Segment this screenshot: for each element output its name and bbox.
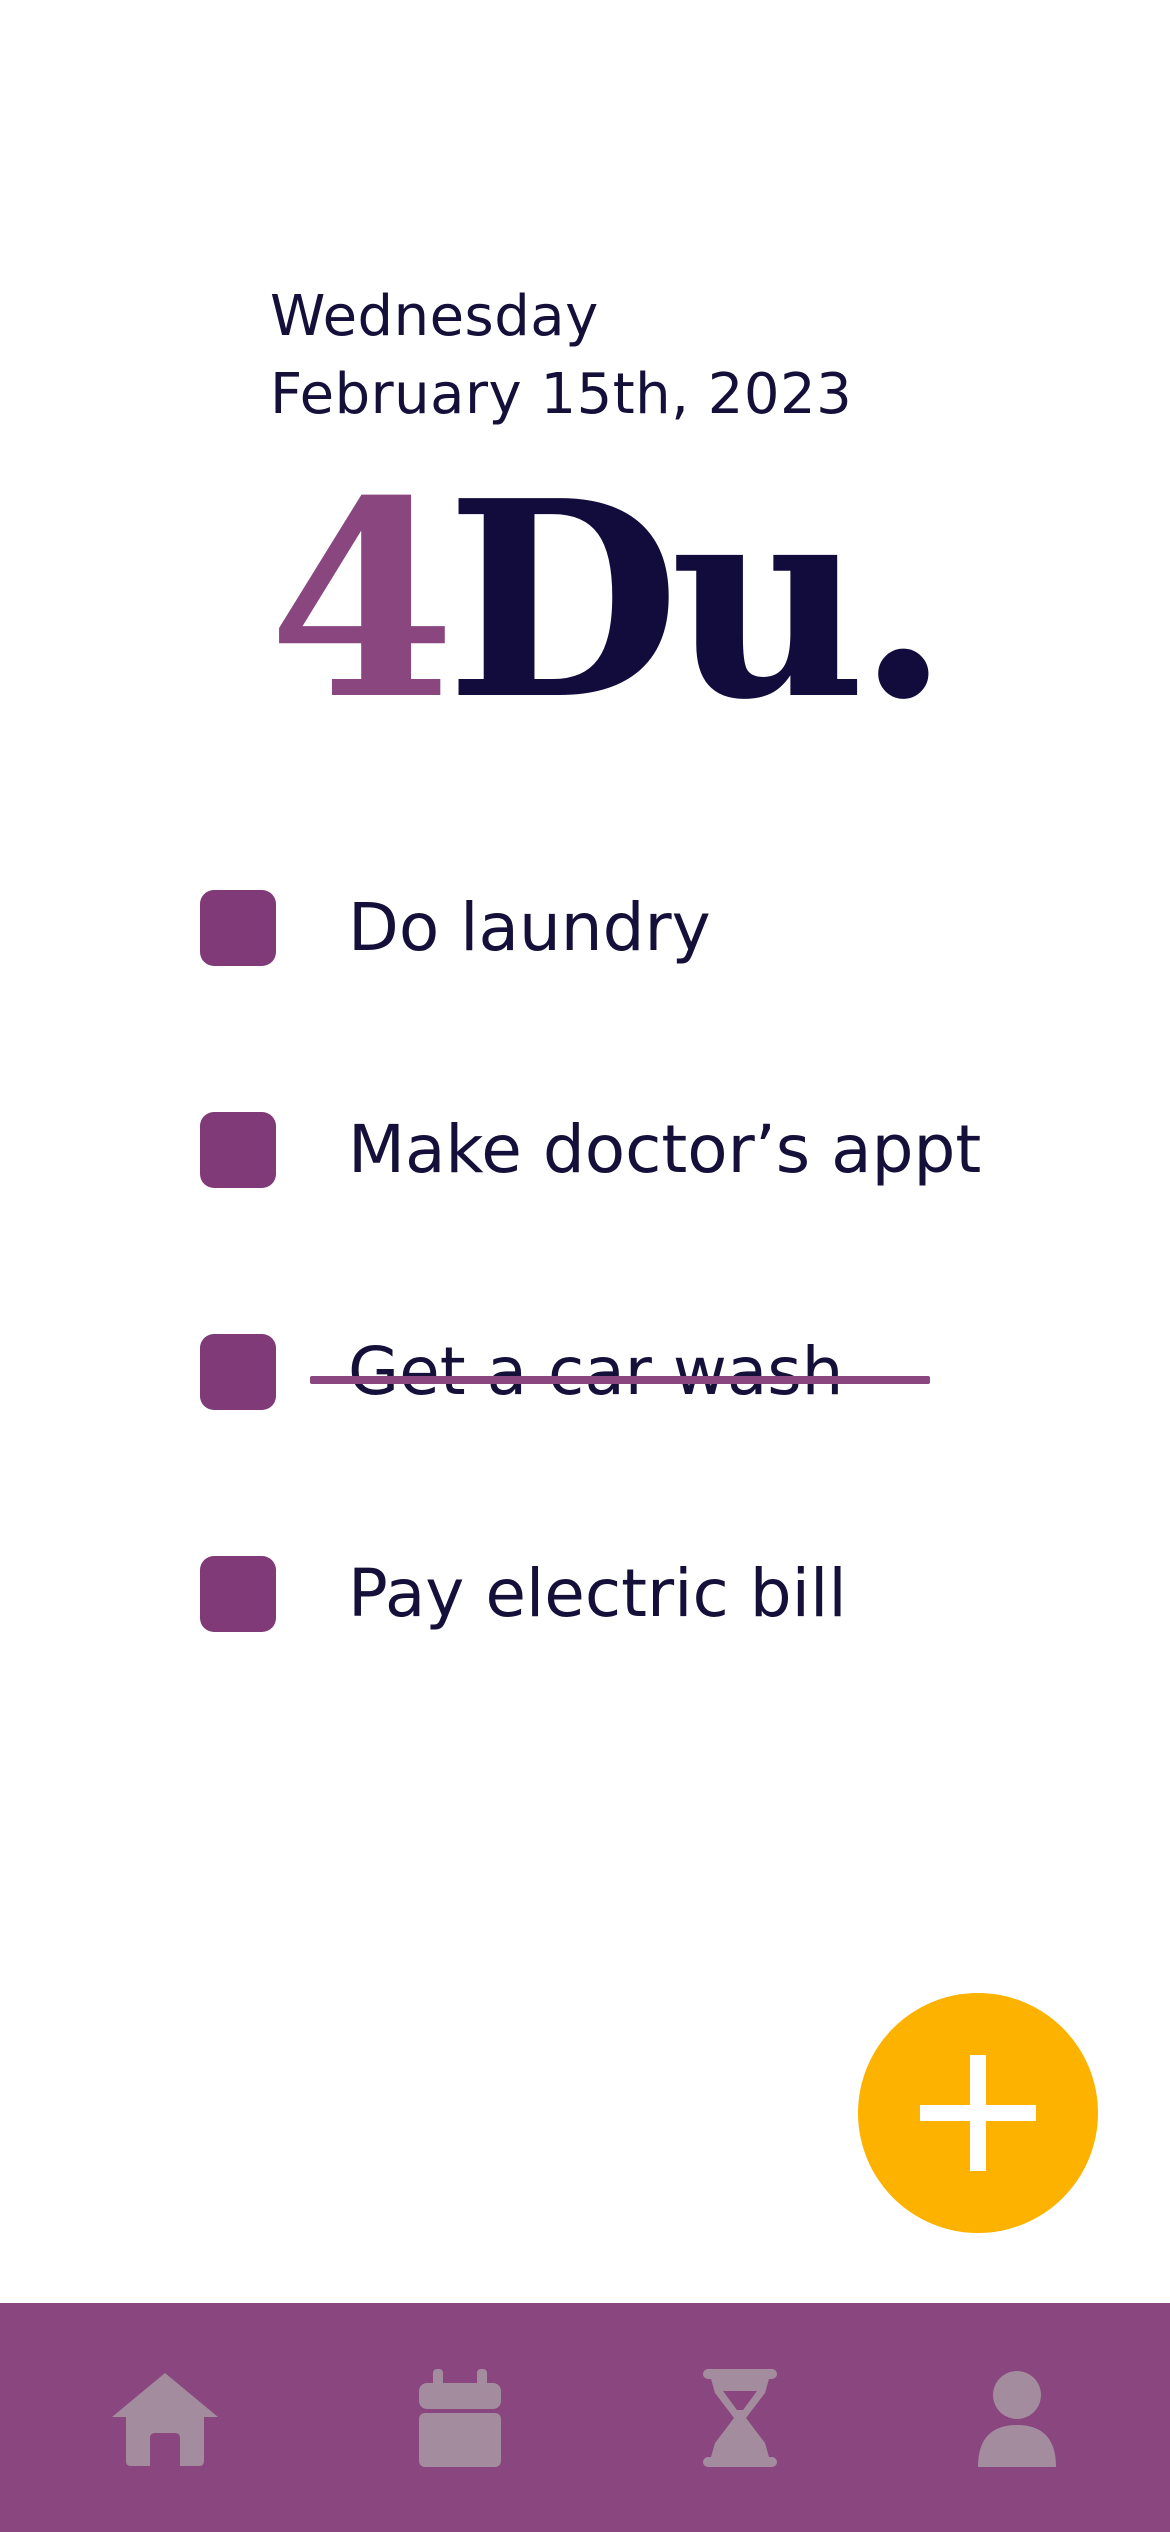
strikethrough-line bbox=[310, 1376, 930, 1384]
add-task-button[interactable] bbox=[858, 1993, 1098, 2233]
nav-home[interactable] bbox=[110, 2363, 220, 2473]
calendar-icon bbox=[419, 2369, 501, 2467]
todo-item: Pay electric bill bbox=[200, 1555, 1100, 1632]
todo-label[interactable]: Do laundry bbox=[348, 884, 711, 972]
nav-timer[interactable] bbox=[685, 2363, 795, 2473]
plus-icon bbox=[920, 2055, 1036, 2171]
app-logo: 4Du. bbox=[268, 450, 950, 750]
todo-checkbox[interactable] bbox=[200, 890, 276, 966]
todo-item: Do laundry bbox=[200, 889, 1100, 966]
todo-label[interactable]: Get a car wash bbox=[348, 1328, 844, 1416]
home-icon bbox=[112, 2373, 218, 2466]
date-label: February 15th, 2023 bbox=[270, 362, 853, 427]
bottom-nav bbox=[0, 2303, 1170, 2532]
todo-checkbox[interactable] bbox=[200, 1112, 276, 1188]
logo-number: 4 bbox=[268, 441, 456, 759]
weekday-label: Wednesday bbox=[270, 284, 599, 349]
hourglass-icon bbox=[703, 2369, 777, 2467]
todo-label[interactable]: Make doctor’s appt bbox=[348, 1106, 981, 1194]
todo-checkbox[interactable] bbox=[200, 1556, 276, 1632]
logo-word: Du. bbox=[445, 441, 950, 759]
date-header: Wednesday February 15th, 2023 bbox=[270, 278, 852, 434]
todo-checkbox[interactable] bbox=[200, 1334, 276, 1410]
todo-item-completed: Get a car wash bbox=[200, 1333, 1100, 1410]
user-icon bbox=[978, 2371, 1056, 2467]
nav-profile[interactable] bbox=[962, 2363, 1072, 2473]
todo-item: Make doctor’s appt bbox=[200, 1111, 1100, 1188]
todo-label[interactable]: Pay electric bill bbox=[348, 1550, 847, 1638]
nav-calendar[interactable] bbox=[405, 2363, 515, 2473]
